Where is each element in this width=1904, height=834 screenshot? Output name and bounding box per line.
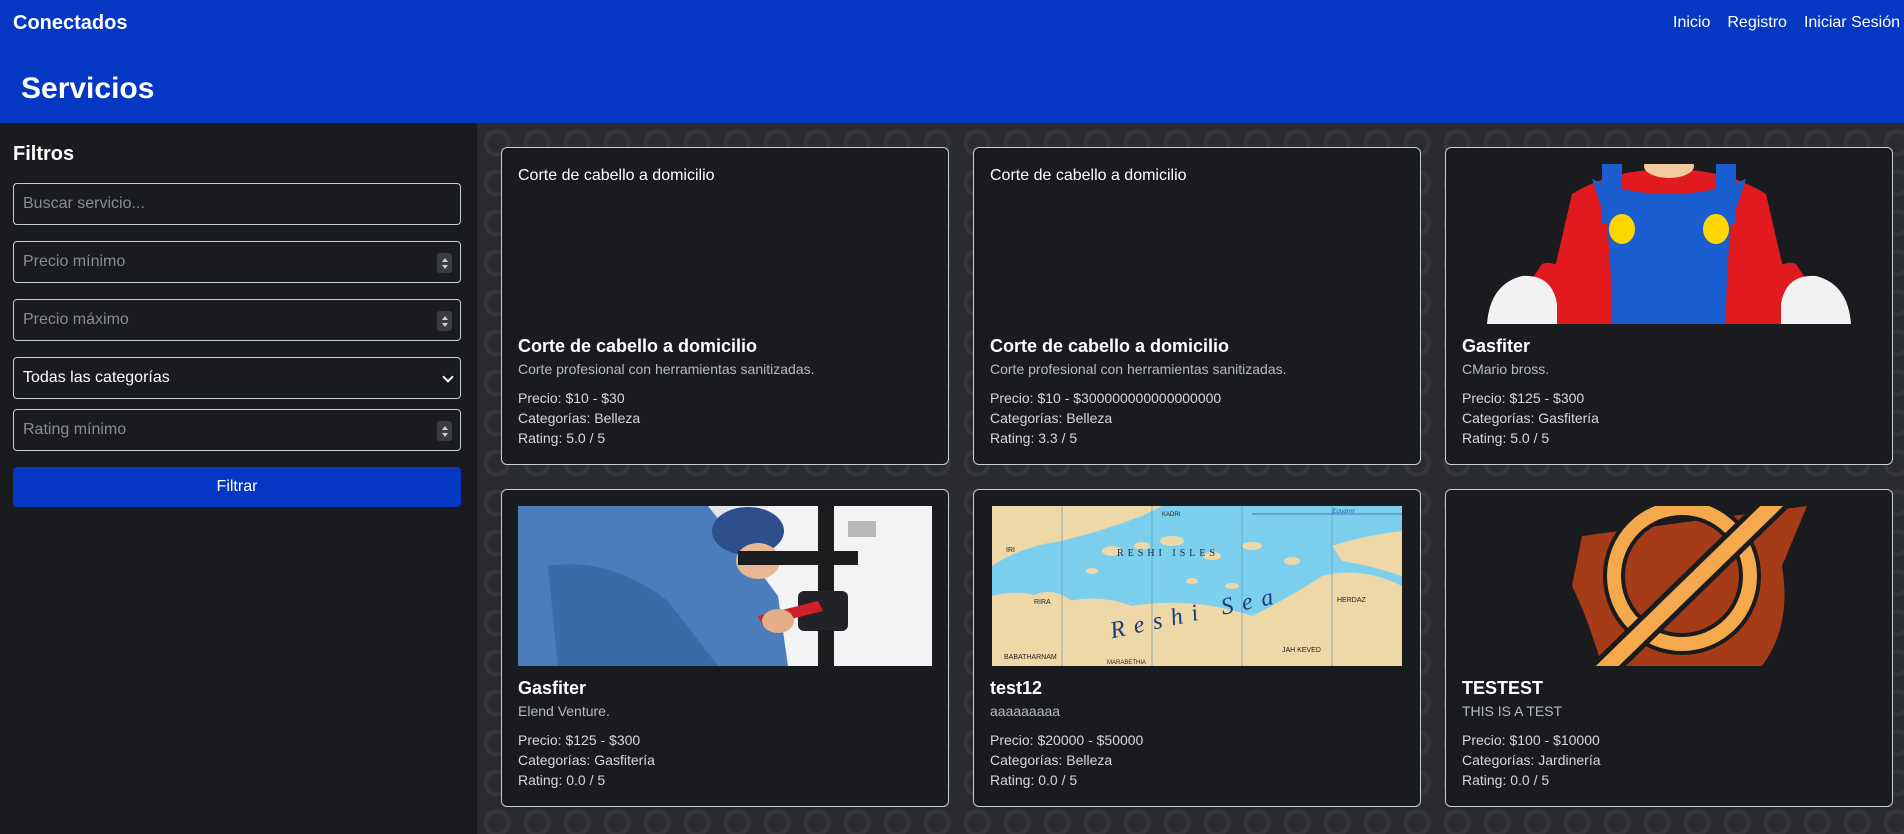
- filters-sidebar: Filtros Buscar servicio... Precio mínimo…: [0, 123, 477, 834]
- service-card[interactable]: Gasfiter Elend Venture. Precio: $125 - $…: [501, 489, 949, 807]
- category-selected-value: Todas las categorías: [23, 369, 170, 386]
- service-rating: Rating: 0.0 / 5: [990, 772, 1078, 788]
- service-card[interactable]: Corte de cabello a domicilio Corte de ca…: [501, 147, 949, 465]
- map-label-equator: Equator: [1331, 507, 1355, 515]
- filters-heading: Filtros: [13, 143, 75, 165]
- service-card[interactable]: Corte de cabello a domicilio Corte de ca…: [973, 147, 1421, 465]
- service-info: Precio: $100 - $10000 Categorías: Jardin…: [1462, 730, 1601, 790]
- service-info: Precio: $125 - $300 Categorías: Gasfiter…: [518, 730, 655, 790]
- service-price: Precio: $100 - $10000: [1462, 732, 1600, 748]
- service-price: Precio: $125 - $300: [518, 732, 641, 748]
- service-rating: Rating: 5.0 / 5: [1462, 430, 1550, 446]
- map-image: Equator KADRI RESHI ISLES Reshi Sea IRI …: [992, 506, 1402, 666]
- service-category: Categorías: Jardinería: [1462, 752, 1601, 768]
- service-title: Gasfiter: [518, 678, 587, 698]
- services-grid: Corte de cabello a domicilio Corte de ca…: [477, 123, 1904, 834]
- service-category: Categorías: Belleza: [518, 410, 641, 426]
- broken-image-alt: Corte de cabello a domicilio: [990, 167, 1187, 184]
- service-title: Corte de cabello a domicilio: [518, 336, 758, 356]
- map-label-marabethia: MARABETHIA: [1107, 660, 1146, 666]
- brand-logo[interactable]: Conectados: [13, 12, 127, 35]
- service-description: THIS IS A TEST: [1462, 703, 1563, 719]
- min-rating-input[interactable]: Rating mínimo: [13, 409, 461, 451]
- service-rating: Rating: 5.0 / 5: [518, 430, 606, 446]
- service-category: Categorías: Gasfitería: [1462, 410, 1599, 426]
- service-card[interactable]: Equator KADRI RESHI ISLES Reshi Sea IRI …: [973, 489, 1421, 807]
- plumber-photo-image: [518, 506, 932, 666]
- map-label-jah-keved: JAH KEVED: [1282, 647, 1321, 654]
- category-select[interactable]: Todas las categorías: [13, 357, 461, 399]
- map-label-kadri: KADRI: [1162, 512, 1181, 518]
- nav-link-iniciar-sesion[interactable]: Iniciar Sesión: [1804, 14, 1900, 32]
- service-description: Corte profesional con herramientas sanit…: [990, 361, 1287, 377]
- service-category: Categorías: Belleza: [990, 410, 1113, 426]
- broken-image-alt: Corte de cabello a domicilio: [518, 167, 715, 184]
- nav-link-registro[interactable]: Registro: [1727, 14, 1787, 32]
- service-price: Precio: $10 - $30: [518, 390, 625, 406]
- map-label-herdaz: HERDAZ: [1337, 597, 1367, 604]
- map-label-babatharnam: BABATHARNAM: [1004, 654, 1057, 661]
- min-rating-placeholder: Rating mínimo: [23, 421, 127, 438]
- service-rating: Rating: 3.3 / 5: [990, 430, 1078, 446]
- service-info: Precio: $10 - $300000000000000000 Catego…: [990, 388, 1221, 448]
- emblem-image: [1462, 506, 1876, 666]
- mario-figure-image: [1462, 164, 1876, 324]
- service-rating: Rating: 0.0 / 5: [1462, 772, 1550, 788]
- service-card[interactable]: TESTEST THIS IS A TEST Precio: $100 - $1…: [1445, 489, 1893, 807]
- service-title: Corte de cabello a domicilio: [990, 336, 1230, 356]
- service-description: CMario bross.: [1462, 361, 1550, 377]
- min-rating-stepper[interactable]: [437, 421, 452, 441]
- service-price: Precio: $125 - $300: [1462, 390, 1585, 406]
- service-title: TESTEST: [1462, 678, 1544, 698]
- max-price-input[interactable]: Precio máximo: [13, 299, 461, 341]
- map-label-iri: IRI: [1006, 547, 1015, 554]
- service-card[interactable]: Gasfiter CMario bross. Precio: $125 - $3…: [1445, 147, 1893, 465]
- service-description: aaaaaaaaa: [990, 703, 1061, 719]
- map-label-isles: RESHI ISLES: [1117, 548, 1219, 559]
- service-info: Precio: $125 - $300 Categorías: Gasfiter…: [1462, 388, 1599, 448]
- min-price-placeholder: Precio mínimo: [23, 253, 126, 270]
- service-price: Precio: $10 - $300000000000000000: [990, 390, 1222, 406]
- service-category: Categorías: Gasfitería: [518, 752, 655, 768]
- service-info: Precio: $10 - $30 Categorías: Belleza Ra…: [518, 388, 640, 448]
- service-info: Precio: $20000 - $50000 Categorías: Bell…: [990, 730, 1143, 790]
- search-placeholder: Buscar servicio...: [23, 195, 145, 212]
- search-input[interactable]: Buscar servicio...: [13, 183, 461, 225]
- chevron-down-icon: [442, 371, 454, 383]
- filter-button[interactable]: Filtrar: [13, 467, 461, 507]
- max-price-placeholder: Precio máximo: [23, 311, 129, 328]
- top-navbar: Conectados Inicio Registro Iniciar Sesió…: [0, 0, 1904, 123]
- service-title: Gasfiter: [1462, 336, 1531, 356]
- service-description: Corte profesional con herramientas sanit…: [518, 361, 815, 377]
- map-label-rira: RIRA: [1034, 599, 1051, 606]
- nav-links: Inicio Registro Iniciar Sesión: [1673, 14, 1900, 32]
- service-price: Precio: $20000 - $50000: [990, 732, 1144, 748]
- min-price-stepper[interactable]: [437, 253, 452, 273]
- service-description: Elend Venture.: [518, 703, 610, 719]
- nav-link-inicio[interactable]: Inicio: [1673, 14, 1710, 32]
- max-price-stepper[interactable]: [437, 311, 452, 331]
- min-price-input[interactable]: Precio mínimo: [13, 241, 461, 283]
- service-category: Categorías: Belleza: [990, 752, 1113, 768]
- page-title: Servicios: [21, 72, 155, 105]
- service-title: test12: [990, 678, 1043, 698]
- service-rating: Rating: 0.0 / 5: [518, 772, 606, 788]
